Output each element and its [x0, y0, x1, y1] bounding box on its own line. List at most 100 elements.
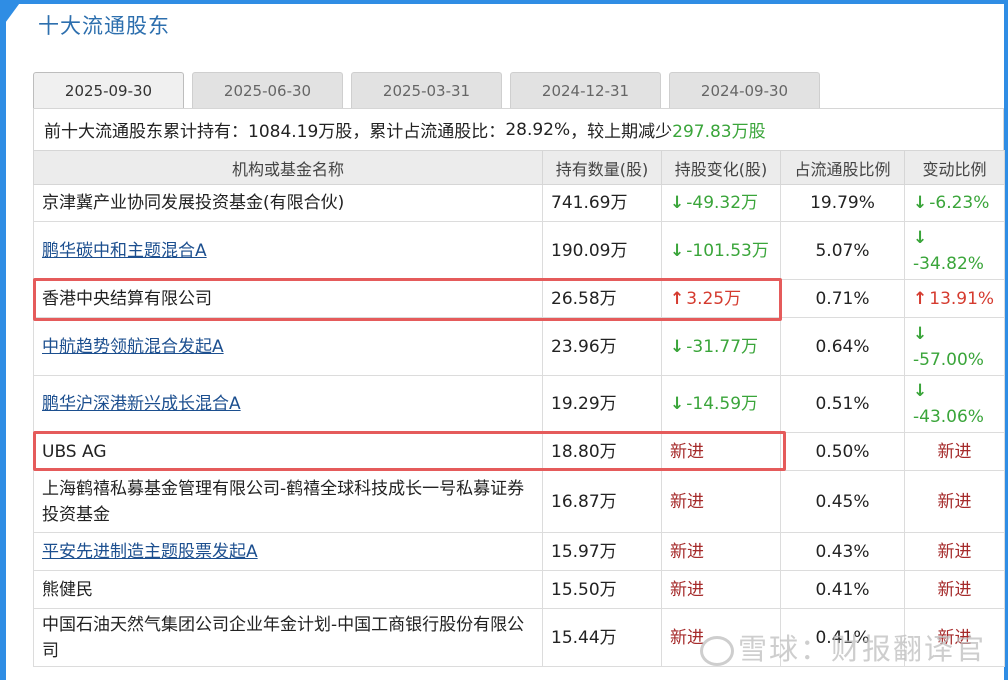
holder-name-cell[interactable]: 平安先进制造主题股票发起A — [33, 532, 543, 571]
arrow-down-icon: ↓ — [670, 240, 685, 261]
pct: 新进 — [938, 580, 972, 600]
change-cell: ↓ -14.59万 — [661, 375, 781, 433]
section-title: 十大流通股东 — [38, 14, 170, 38]
change-cell: ↑ 3.25万 — [661, 279, 781, 318]
tab-1[interactable]: 2025-06-30 — [192, 72, 343, 108]
pct-cell: ↑ 13.91% — [904, 279, 1005, 318]
table-row: 鹏华碳中和主题混合A 190.09万 ↓ -101.53万 5.07% ↓ -34.82% — [33, 221, 1005, 280]
holder-name: UBS AG — [42, 441, 107, 462]
summary-middle: ，累计占流通股比： — [352, 122, 506, 142]
pct-value: 新进 — [937, 579, 972, 600]
pct: ↓ -6.23% — [913, 193, 989, 213]
shares-cell: 16.87万 — [542, 470, 662, 533]
pct-value: 新进 — [937, 541, 972, 562]
shares-cell: 190.09万 — [542, 221, 662, 280]
ratio-cell: 19.79% — [780, 184, 905, 222]
table-header-row: 机构或基金名称 持有数量(股) 持股变化(股) 占流通股比例 变动比例 — [33, 150, 1005, 185]
header-pct: 变动比例 — [904, 150, 1005, 185]
summary-suffix: ，较上期减少 — [570, 122, 673, 142]
change-value: 新进 — [670, 627, 704, 648]
pct-value: -34.82% — [913, 253, 984, 274]
table-row: 中航趋势领航混合发起A 23.96万 ↓ -31.77万 0.64% ↓ -57.00% — [33, 317, 1005, 376]
change-value: 新进 — [670, 441, 704, 462]
table-row: UBS AG 18.80万 新进 0.50% 新进 — [33, 432, 1005, 471]
ratio-cell: 0.45% — [780, 470, 905, 533]
table-row: 熊健民 15.50万 新进 0.41% 新进 — [33, 570, 1005, 609]
change-value: -31.77万 — [686, 336, 759, 357]
shares-cell: 26.58万 — [542, 279, 662, 318]
ratio-cell: 5.07% — [780, 221, 905, 280]
shares-cell: 15.97万 — [542, 532, 662, 571]
holder-name: 京津冀产业协同发展投资基金(有限合伙) — [42, 193, 345, 213]
summary-prefix: 前十大流通股东累计持有： — [44, 122, 248, 142]
pct-value: -43.06% — [913, 407, 984, 427]
tab-0[interactable]: 2025-09-30 — [33, 72, 184, 108]
holder-name-cell: 上海鹤禧私募基金管理有限公司-鹤禧全球科技成长一号私募证券投资基金 — [33, 470, 543, 533]
change-value: 新进 — [670, 491, 704, 512]
table-row: 香港中央结算有限公司 26.58万 ↑ 3.25万 0.71% ↑ 13.91% — [33, 279, 1005, 318]
change: ↓ -14.59万 — [670, 394, 758, 414]
change-cell: 新进 — [661, 570, 781, 609]
shares-cell: 23.96万 — [542, 317, 662, 376]
watermark-text: 雪球：财报翻译官 — [738, 632, 987, 666]
change-value: -49.32万 — [686, 193, 759, 213]
change-cell: 新进 — [661, 532, 781, 571]
header-change: 持股变化(股) — [661, 150, 781, 185]
arrow-up-icon: ↑ — [913, 288, 928, 309]
holder-name-cell[interactable]: 中航趋势领航混合发起A — [33, 317, 543, 376]
pct-cell: ↓ -6.23% — [904, 184, 1005, 222]
holder-name-link[interactable]: 鹏华沪深港新兴成长混合A — [42, 394, 241, 414]
change: ↑ 3.25万 — [670, 289, 741, 309]
holder-name: 上海鹤禧私募基金管理有限公司-鹤禧全球科技成长一号私募证券投资基金 — [42, 478, 525, 525]
summary-line: 前十大流通股东累计持有： 1084.19万股 ，累计占流通股比： 28.92% … — [33, 108, 1004, 150]
holders-table: 机构或基金名称 持有数量(股) 持股变化(股) 占流通股比例 变动比例 京津冀产… — [33, 150, 1005, 667]
change: 新进 — [670, 542, 704, 562]
shares-cell: 19.29万 — [542, 375, 662, 433]
watermark: 雪球：财报翻译官 — [700, 626, 986, 668]
pct-value: -6.23% — [929, 193, 990, 213]
arrow-down-icon: ↓ — [670, 336, 685, 357]
arrow-down-icon: ↓ — [913, 381, 928, 401]
shares-cell: 18.80万 — [542, 432, 662, 471]
change-cell: ↓ -31.77万 — [661, 317, 781, 376]
holder-name-cell: 熊健民 — [33, 570, 543, 609]
tab-3[interactable]: 2024-12-31 — [510, 72, 661, 108]
holder-name-cell: 中国石油天然气集团公司企业年金计划-中国工商银行股份有限公司 — [33, 608, 543, 667]
ratio-cell: 0.51% — [780, 375, 905, 433]
tab-2[interactable]: 2025-03-31 — [351, 72, 502, 108]
arrow-down-icon: ↓ — [913, 323, 928, 344]
corner-accent — [0, 0, 22, 30]
change-value: -14.59万 — [686, 394, 759, 414]
holder-name-link[interactable]: 中航趋势领航混合发起A — [42, 337, 224, 357]
pct-cell: ↓ -34.82% — [904, 221, 1005, 280]
ratio-cell: 0.64% — [780, 317, 905, 376]
pct: 新进 — [938, 542, 972, 562]
pct-cell: 新进 — [904, 570, 1005, 609]
holder-name-cell[interactable]: 鹏华碳中和主题混合A — [33, 221, 543, 280]
period-tabs: 2025-09-30 2025-06-30 2025-03-31 2024-12-31… — [33, 72, 828, 108]
change-cell: 新进 — [661, 432, 781, 471]
holder-name-link[interactable]: 鹏华碳中和主题混合A — [42, 241, 207, 261]
pct-cell: ↓ -43.06% — [904, 375, 1005, 433]
header-shares: 持有数量(股) — [542, 150, 662, 185]
pct-value: 新进 — [937, 441, 972, 462]
pct-cell: 新进 — [904, 470, 1005, 533]
table-row: 鹏华沪深港新兴成长混合A 19.29万 ↓ -14.59万 0.51% ↓ -43.06% — [33, 375, 1005, 433]
holder-name-link[interactable]: 平安先进制造主题股票发起A — [42, 542, 258, 562]
arrow-up-icon: ↑ — [670, 288, 685, 309]
holder-name-cell[interactable]: 鹏华沪深港新兴成长混合A — [33, 375, 543, 433]
pct-cell: ↓ -57.00% — [904, 317, 1005, 376]
change-cell: ↓ -49.32万 — [661, 184, 781, 222]
change-cell: 新进 — [661, 470, 781, 533]
change-value: 新进 — [670, 541, 704, 562]
header-name: 机构或基金名称 — [33, 150, 543, 185]
pct: 新进 — [938, 492, 972, 512]
holder-name: 香港中央结算有限公司 — [42, 288, 212, 309]
holder-name: 中国石油天然气集团公司企业年金计划-中国工商银行股份有限公司 — [42, 614, 525, 661]
pct-value: 13.91% — [929, 288, 995, 309]
change: 新进 — [670, 580, 704, 600]
change-value: 新进 — [670, 579, 704, 600]
tab-4[interactable]: 2024-09-30 — [669, 72, 820, 108]
holder-name-cell: 香港中央结算有限公司 — [33, 279, 543, 318]
ratio-cell: 0.50% — [780, 432, 905, 471]
